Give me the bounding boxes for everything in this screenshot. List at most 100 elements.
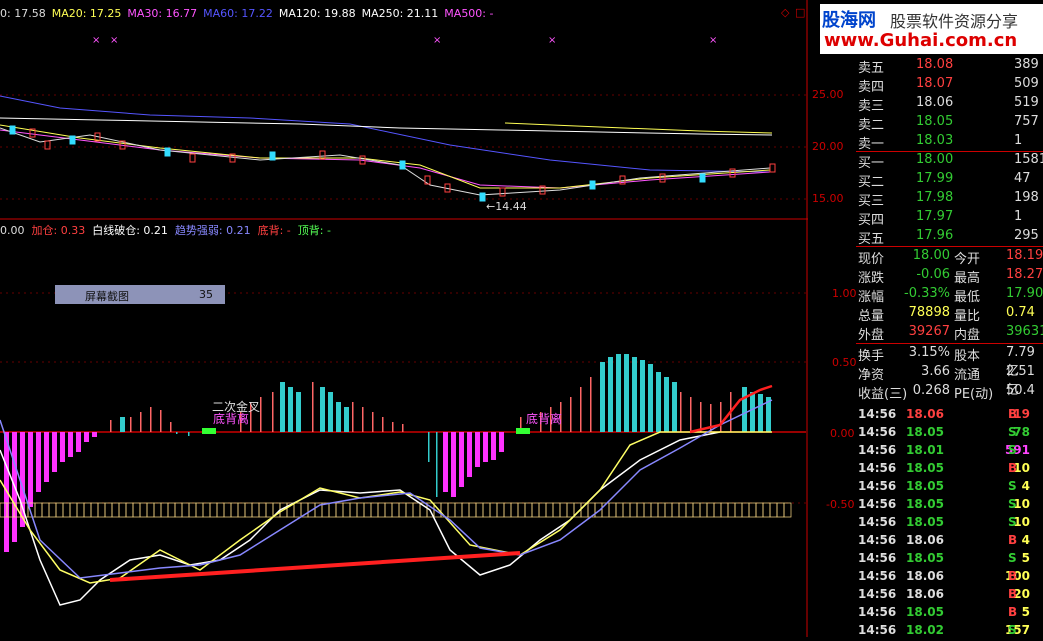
band-cell <box>370 502 379 518</box>
histogram-bar-positive <box>640 360 645 432</box>
low-price-marker: ←14.44 <box>486 200 527 213</box>
band-cell <box>188 502 197 518</box>
indicator-legend-item: 加仓: 0.33 <box>31 224 86 237</box>
ma-legend-item: MA500: - <box>444 7 494 20</box>
tick-time: 14:56 <box>858 425 897 439</box>
band-cell <box>685 502 694 518</box>
tick-time: 14:56 <box>858 569 897 583</box>
histogram-bar-positive <box>320 387 325 432</box>
tick-row: 14:56 18.06 100 B <box>856 569 1043 587</box>
white-line <box>0 431 721 606</box>
band-cell <box>209 502 218 518</box>
row-value: 18.05 <box>916 114 954 129</box>
band-cell <box>748 502 757 518</box>
histogram-bar-negative <box>84 432 89 442</box>
order-book-row: 买二 17.99 47 <box>856 171 1043 190</box>
histogram-bar-thin <box>720 402 722 432</box>
stat-label: 现价 <box>858 252 885 267</box>
price-candle <box>269 151 276 161</box>
price-candle <box>769 163 776 173</box>
band-cell <box>398 502 407 518</box>
histogram-bar-positive <box>632 357 637 432</box>
histogram-bar-negative <box>60 432 65 462</box>
tick-price: 18.05 <box>906 479 944 493</box>
histogram-bar-thin <box>680 392 682 432</box>
row-value-2: 519 <box>1014 95 1039 110</box>
row-value-2: 198 <box>1014 190 1039 205</box>
band-cell <box>76 502 85 518</box>
stat-value: 78898 <box>908 305 950 320</box>
row-label: 卖五 <box>858 61 885 76</box>
screenshot-tooltip[interactable]: 屏幕截图 35 <box>55 285 225 304</box>
band-cell <box>412 502 421 518</box>
order-book-row: 卖三 18.06 519 <box>856 95 1043 114</box>
band-cell <box>258 502 267 518</box>
band-cell <box>762 502 771 518</box>
band-cell <box>699 502 708 518</box>
band-cell <box>363 502 372 518</box>
stat-label: 换手 <box>858 349 885 364</box>
price-axis-label: 15.00 <box>812 192 844 205</box>
chart-canvas[interactable]: × × × × × <box>0 0 808 637</box>
histogram-bar-negative <box>451 432 456 497</box>
row-label: 卖二 <box>858 118 885 133</box>
band-cell <box>643 502 652 518</box>
window-control-icon[interactable]: ◇ <box>781 6 789 19</box>
stat-value: 3.15% <box>908 345 950 360</box>
row-value: 18.00 <box>916 152 954 167</box>
stat-value: -0.06 <box>916 267 950 282</box>
band-cell <box>237 502 246 518</box>
histogram-bar-positive <box>758 394 763 432</box>
band-cell <box>90 502 99 518</box>
stat-label: 最高 <box>954 271 981 286</box>
price-candle <box>699 173 706 183</box>
band-cell <box>713 502 722 518</box>
band-cell <box>41 502 50 518</box>
band-cell <box>741 502 750 518</box>
histogram-bar-positive <box>280 382 285 432</box>
tick-volume: 10 <box>1013 497 1030 511</box>
price-axis-label: 25.00 <box>812 88 844 101</box>
histogram-bar-thin <box>590 377 592 432</box>
tick-side: S <box>1008 551 1017 565</box>
histogram-bar-thin <box>700 402 702 432</box>
band-cell <box>132 502 141 518</box>
tick-side: S <box>1008 497 1017 511</box>
row-label: 买三 <box>858 194 885 209</box>
indicator-axis-label: 0.00 <box>830 427 855 440</box>
band-cell <box>181 502 190 518</box>
band-cell <box>755 502 764 518</box>
tick-volume: 157 <box>1004 623 1030 637</box>
chart-area[interactable]: × × × × × 0: 17.58 MA20: 17.25 MA30: 16.77 MA60… <box>0 0 808 637</box>
band-cell <box>111 502 120 518</box>
tick-row: 14:56 18.05 78 S <box>856 425 1043 443</box>
histogram-bar-thin <box>140 412 142 432</box>
ma250-line <box>504 122 773 134</box>
signal-marker: × <box>709 35 717 46</box>
tick-time: 14:56 <box>858 551 897 565</box>
panel-divider <box>856 151 1043 152</box>
stat-label: 最低 <box>954 290 981 305</box>
band-cell <box>531 502 540 518</box>
band-cell <box>384 502 393 518</box>
histogram-bar-thin <box>402 424 404 432</box>
tick-side: B <box>1008 533 1018 547</box>
histogram-bar-positive <box>656 372 661 432</box>
window-control-icon[interactable]: □ <box>795 6 805 19</box>
row-label: 买二 <box>858 175 885 190</box>
tick-side: B <box>1008 461 1018 475</box>
band-cell <box>447 502 456 518</box>
histogram-bar-negative <box>491 432 496 460</box>
tick-price: 18.06 <box>906 407 944 421</box>
tick-row: 14:56 18.05 10 B <box>856 461 1043 479</box>
stat-label: 内盘 <box>954 328 981 343</box>
band-cell <box>622 502 631 518</box>
histogram-bar-negative <box>44 432 49 482</box>
band-cell <box>468 502 477 518</box>
stat-value: 0.74 <box>1006 305 1035 320</box>
stat-label: 流通 <box>954 368 981 383</box>
row-value-2: 1 <box>1014 133 1023 148</box>
stat-label: 今开 <box>954 252 981 267</box>
histogram-bar-negative <box>52 432 57 472</box>
ma-legend-item: MA30: 16.77 <box>127 7 198 20</box>
